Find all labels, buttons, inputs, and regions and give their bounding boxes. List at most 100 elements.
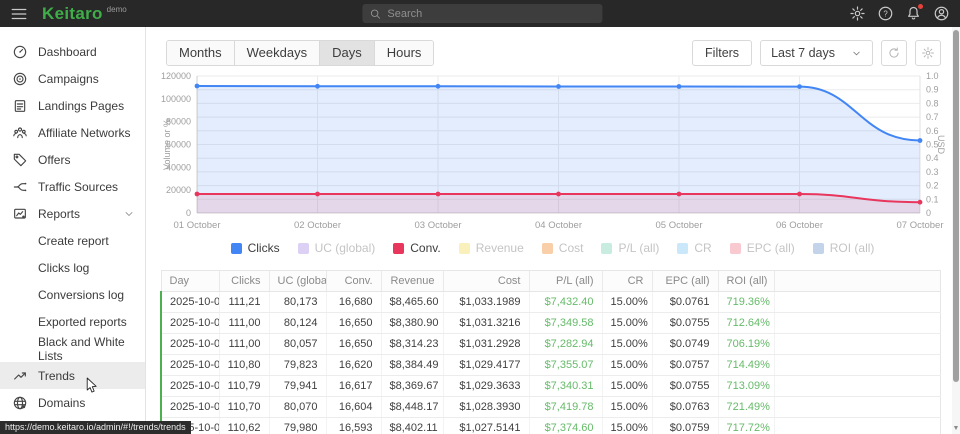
table-row: 2025-10-03111,0080,05716,650$8,314.23$1,… (161, 334, 941, 355)
search-box[interactable] (362, 4, 602, 23)
table-header-row: DayClicksUC (global)Conv.RevenueCostP/L … (161, 271, 941, 292)
sidebar-item-dashboard[interactable]: Dashboard (0, 38, 145, 65)
sidebar-item-label: Domains (38, 396, 85, 410)
cell-cost: $1,027.5141 (443, 418, 529, 434)
legend-label: CR (694, 241, 711, 255)
tab-days[interactable]: Days (320, 41, 375, 65)
legend-swatch (601, 243, 612, 254)
account-icon[interactable] (933, 5, 950, 22)
date-range-value: Last 7 days (771, 46, 835, 60)
tab-hours[interactable]: Hours (375, 41, 434, 65)
cell-roi-all: 721.49% (718, 397, 774, 418)
legend-item-epc-all[interactable]: EPC (all) (730, 241, 795, 255)
svg-text:0.2: 0.2 (926, 181, 939, 191)
sidebar-item-reports[interactable]: Reports (0, 200, 145, 227)
sidebar-item-label: Affiliate Networks (38, 126, 130, 140)
scrollbar-thumb[interactable] (953, 30, 959, 382)
column-header-p-l-all[interactable]: P/L (all) (529, 271, 602, 292)
sidebar-item-clicks-log[interactable]: Clicks log (0, 254, 145, 281)
notifications-bell-icon[interactable] (905, 5, 922, 22)
table-row: 2025-10-02111,0080,12416,650$8,380.90$1,… (161, 313, 941, 334)
sidebar-item-label: Traffic Sources (38, 180, 118, 194)
sidebar-item-campaigns[interactable]: Campaigns (0, 65, 145, 92)
cell-epc-all: $0.0761 (652, 292, 718, 313)
column-header-day[interactable]: Day (161, 271, 219, 292)
legend-item-conv[interactable]: Conv. (393, 241, 440, 255)
search-input[interactable] (387, 8, 595, 20)
legend-item-cr[interactable]: CR (677, 241, 711, 255)
legend-label: UC (global) (315, 241, 376, 255)
scrollbar[interactable]: ▼ (952, 27, 960, 434)
legend-item-p-l-all[interactable]: P/L (all) (601, 241, 659, 255)
cell-clicks: 111,21 (219, 292, 269, 313)
column-header-uc-global[interactable]: UC (global) (269, 271, 326, 292)
column-header-epc-all[interactable]: EPC (all) (652, 271, 718, 292)
cell-uc-global: 79,980 (269, 418, 326, 434)
dashboard-icon (12, 44, 28, 60)
table-row: 2025-10-01111,2180,17316,680$8,465.60$1,… (161, 292, 941, 313)
column-header-roi-all[interactable]: ROI (all) (718, 271, 774, 292)
cell-cost: $1,033.1989 (443, 292, 529, 313)
cell-cost: $1,031.2928 (443, 334, 529, 355)
svg-text:07 October: 07 October (897, 220, 944, 231)
reports-icon (12, 206, 28, 222)
cell-epc-all: $0.0755 (652, 313, 718, 334)
sidebar-item-exported-reports[interactable]: Exported reports (0, 308, 145, 335)
tab-weekdays[interactable]: Weekdays (235, 41, 320, 65)
sidebar-item-offers[interactable]: Offers (0, 146, 145, 173)
help-icon[interactable]: ? (877, 5, 894, 22)
refresh-button[interactable] (881, 40, 907, 66)
sidebar-item-create-report[interactable]: Create report (0, 227, 145, 254)
legend-swatch (459, 243, 470, 254)
date-range-select[interactable]: Last 7 days (760, 40, 873, 66)
column-header-cost[interactable]: Cost (443, 271, 529, 292)
sidebar-item-traffic-sources[interactable]: Traffic Sources (0, 173, 145, 200)
legend-item-uc-global[interactable]: UC (global) (298, 241, 376, 255)
landings-pages-icon (12, 98, 28, 114)
svg-text:0.4: 0.4 (926, 153, 939, 163)
affiliate-networks-icon (12, 125, 28, 141)
column-header-cr[interactable]: CR (602, 271, 652, 292)
cell-cost: $1,031.3216 (443, 313, 529, 334)
keitaro-app-window: Keitaro demo ? DashboardCampaignsLanding… (0, 0, 960, 434)
sidebar-item-trends[interactable]: Trends (0, 362, 145, 389)
menu-icon[interactable] (10, 5, 28, 23)
settings-gear-icon[interactable] (849, 5, 866, 22)
column-header-conv[interactable]: Conv. (326, 271, 381, 292)
table-row: 2025-10-06110,7080,07016,604$8,448.17$1,… (161, 397, 941, 418)
legend-item-cost[interactable]: Cost (542, 241, 584, 255)
cell-clicks: 110,62 (219, 418, 269, 434)
legend-label: Clicks (248, 241, 280, 255)
sidebar-item-affiliate-networks[interactable]: Affiliate Networks (0, 119, 145, 146)
refresh-icon (887, 46, 901, 60)
chart-settings-button[interactable] (915, 40, 941, 66)
sidebar-item-domains[interactable]: Domains (0, 389, 145, 416)
legend-item-roi-all[interactable]: ROI (all) (813, 241, 875, 255)
cell-cr: 15.00% (602, 334, 652, 355)
filters-button[interactable]: Filters (692, 40, 752, 66)
cell-conv: 16,593 (326, 418, 381, 434)
cell-conv: 16,617 (326, 376, 381, 397)
svg-text:120000: 120000 (161, 71, 191, 81)
sidebar-item-landings-pages[interactable]: Landings Pages (0, 92, 145, 119)
cell-cost: $1,028.3930 (443, 397, 529, 418)
column-header-revenue[interactable]: Revenue (381, 271, 443, 292)
legend-label: EPC (all) (747, 241, 795, 255)
tab-months[interactable]: Months (167, 41, 235, 65)
cell-conv: 16,650 (326, 313, 381, 334)
svg-text:05 October: 05 October (656, 220, 703, 231)
cell-day: 2025-10-03 (161, 334, 219, 355)
scrollbar-down-arrow[interactable]: ▼ (952, 424, 960, 434)
sidebar-item-black-and-white-lists[interactable]: Black and White Lists (0, 335, 145, 362)
legend-item-revenue[interactable]: Revenue (459, 241, 524, 255)
svg-text:100000: 100000 (161, 94, 191, 104)
app-logo[interactable]: Keitaro (42, 4, 103, 24)
legend-swatch (231, 243, 242, 254)
traffic-sources-icon (12, 179, 28, 195)
svg-text:0.3: 0.3 (926, 167, 939, 177)
column-header-clicks[interactable]: Clicks (219, 271, 269, 292)
sidebar-item-conversions-log[interactable]: Conversions log (0, 281, 145, 308)
search-icon (369, 8, 381, 20)
cell-roi-all: 717.72% (718, 418, 774, 434)
legend-item-clicks[interactable]: Clicks (231, 241, 280, 255)
